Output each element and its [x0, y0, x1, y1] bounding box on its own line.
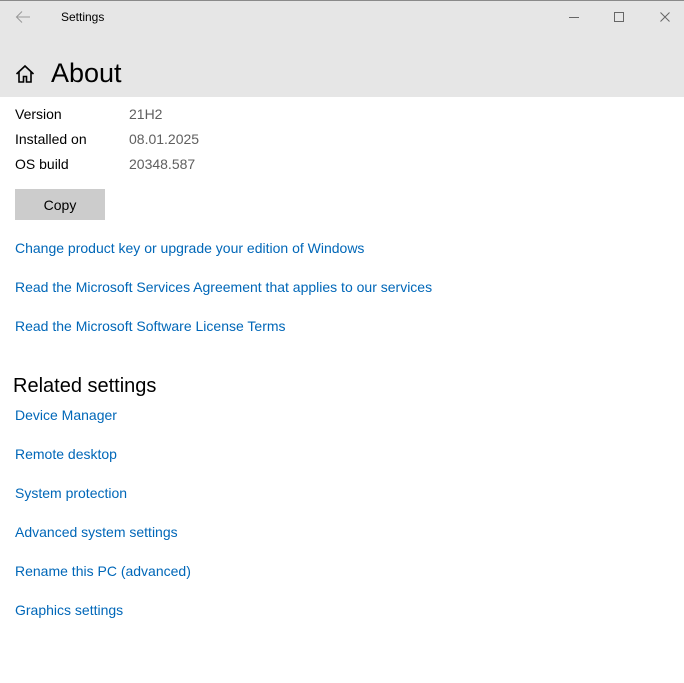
advanced-system-settings-link[interactable]: Advanced system settings: [15, 522, 178, 542]
back-arrow-icon: [15, 11, 30, 23]
remote-desktop-link[interactable]: Remote desktop: [15, 444, 117, 464]
license-terms-link[interactable]: Read the Microsoft Software License Term…: [15, 316, 286, 336]
spec-value: 20348.587: [129, 156, 196, 172]
spec-label: Installed on: [15, 131, 87, 147]
title-bar: Settings: [0, 1, 684, 33]
copy-button[interactable]: Copy: [15, 189, 105, 220]
system-protection-link[interactable]: System protection: [15, 483, 127, 503]
services-agreement-link[interactable]: Read the Microsoft Services Agreement th…: [15, 277, 432, 297]
minimize-icon: [569, 17, 579, 18]
device-manager-link[interactable]: Device Manager: [15, 405, 117, 425]
maximize-button[interactable]: [596, 1, 642, 33]
change-product-key-link[interactable]: Change product key or upgrade your editi…: [15, 238, 364, 258]
app-title: Settings: [61, 10, 105, 24]
home-icon[interactable]: [14, 63, 36, 85]
close-icon: [660, 12, 670, 22]
related-settings-title: Related settings: [13, 375, 157, 397]
spec-label: Version: [15, 106, 62, 122]
rename-pc-link[interactable]: Rename this PC (advanced): [15, 561, 191, 581]
graphics-settings-link[interactable]: Graphics settings: [15, 600, 123, 620]
back-button[interactable]: [8, 1, 38, 33]
close-button[interactable]: [642, 1, 684, 33]
spec-label: OS build: [15, 156, 69, 172]
spec-value: 08.01.2025: [129, 131, 200, 147]
spec-value: 21H2: [129, 106, 163, 122]
page-title: About: [51, 58, 122, 88]
minimize-button[interactable]: [551, 1, 597, 33]
settings-window: Settings About Version 21H2 Installed on…: [0, 0, 684, 683]
maximize-icon: [614, 12, 624, 22]
page-header: About: [0, 33, 684, 97]
